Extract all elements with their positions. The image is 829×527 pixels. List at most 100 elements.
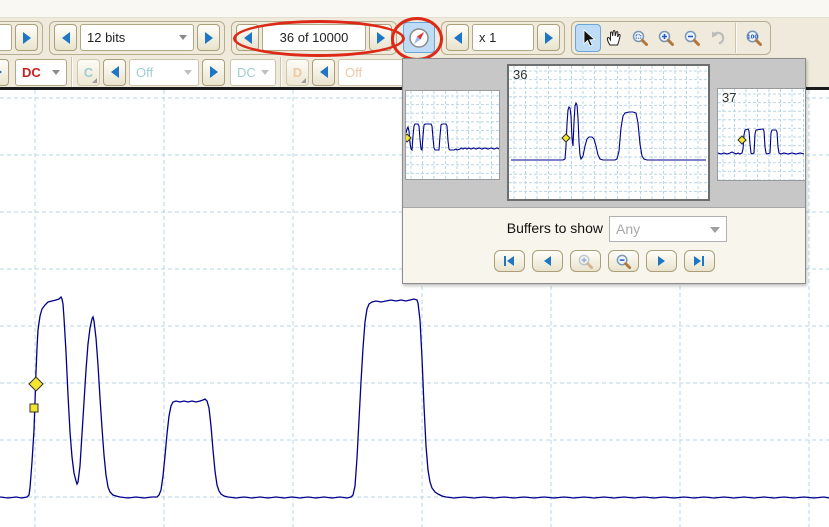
buffers-to-show-value: Any: [616, 221, 640, 237]
buffer-thumbnail-current[interactable]: 36: [507, 64, 710, 201]
samplerate-next-button[interactable]: [15, 24, 38, 51]
zoom-in-icon: [577, 253, 594, 270]
right-arrow-icon: [545, 32, 553, 44]
trigger-handle-square[interactable]: [30, 404, 38, 412]
zoom-out-tool-button[interactable]: [679, 24, 705, 52]
separator: [71, 57, 73, 87]
resolution-combo[interactable]: 12 bits: [80, 24, 194, 51]
zoom-100-icon: 100: [744, 29, 764, 47]
buffer-number-label: 36: [513, 67, 527, 82]
zoom-next-button[interactable]: [537, 24, 560, 51]
corner-triangle-icon: [301, 78, 306, 83]
menu-strip: [0, 0, 829, 18]
chevron-down-icon: [179, 35, 187, 44]
zoom-out-icon: [615, 253, 632, 270]
channel-a-coupling-combo[interactable]: DC: [15, 59, 67, 86]
previous-buffer-button[interactable]: [532, 250, 563, 272]
channel-d-button[interactable]: D: [286, 59, 309, 86]
cursor-arrow-icon: [580, 29, 596, 47]
right-arrow-icon: [0, 66, 2, 78]
buffer-position-box[interactable]: 36 of 10000: [262, 24, 366, 51]
channel-c-next-button[interactable]: [202, 59, 225, 86]
left-arrow-icon: [507, 256, 514, 266]
channel-a-coupling-value: DC: [22, 65, 41, 80]
zoom-factor-group: x 1: [441, 21, 565, 55]
popup-zoom-in-button[interactable]: [570, 250, 601, 272]
trigger-marker-diamond[interactable]: [562, 134, 570, 142]
channel-c-prev-button[interactable]: [103, 59, 126, 86]
skip-end-icon: [702, 256, 704, 266]
channel-c-coupling-value: DC: [237, 65, 256, 80]
zoom-factor-box[interactable]: x 1: [472, 24, 534, 51]
chevron-down-icon: [52, 70, 60, 79]
separator: [735, 23, 737, 53]
hand-tool-button[interactable]: [601, 24, 627, 52]
buffer-thumbnail-strip[interactable]: 36 37: [403, 59, 805, 208]
popup-zoom-out-button[interactable]: [608, 250, 639, 272]
zoom-prev-button[interactable]: [446, 24, 469, 51]
left-arrow-icon: [111, 66, 119, 78]
buffers-to-show-row: Buffers to show Any: [403, 216, 805, 242]
resolution-value: 12 bits: [87, 30, 125, 45]
buffer-number-label: 37: [722, 90, 736, 105]
right-arrow-icon: [658, 256, 665, 266]
buffer-nav-buttons: [403, 250, 805, 272]
chevron-down-icon: [184, 70, 192, 79]
left-arrow-icon: [244, 32, 252, 44]
buffer-overview-button[interactable]: [403, 22, 435, 53]
last-buffer-button[interactable]: [684, 250, 715, 272]
buffer-thumbnail-prev[interactable]: [405, 90, 500, 180]
channel-c-range-combo[interactable]: Off: [129, 59, 199, 86]
chevron-down-icon: [710, 227, 720, 238]
buffers-to-show-label: Buffers to show: [403, 220, 603, 236]
samplerate-combo[interactable]: [0, 24, 12, 51]
channel-c-range-value: Off: [136, 65, 153, 80]
pointer-tools-group: 100: [571, 21, 771, 55]
left-arrow-icon: [62, 32, 70, 44]
zoom-factor-value: x 1: [479, 30, 496, 45]
skip-start-icon: [504, 256, 506, 266]
select-tool-button[interactable]: [575, 24, 601, 52]
samplerate-group: [0, 21, 43, 55]
left-arrow-icon: [454, 32, 462, 44]
resolution-prev-button[interactable]: [54, 24, 77, 51]
buffer-position-value: 36 of 10000: [280, 30, 349, 45]
popup-controls: Buffers to show Any: [403, 208, 805, 283]
channel-a-next-button[interactable]: [0, 59, 9, 86]
resolution-next-button[interactable]: [197, 24, 220, 51]
zoom-in-tool-button[interactable]: [653, 24, 679, 52]
channel-d-prev-button[interactable]: [312, 59, 335, 86]
chevron-down-icon: [261, 70, 269, 79]
undo-icon: [709, 29, 727, 47]
channel-d-range-combo[interactable]: Off: [338, 59, 408, 86]
waveform-trace: [718, 129, 804, 154]
waveform-trace: [406, 124, 499, 150]
waveform-trace: [0, 297, 829, 498]
right-arrow-icon: [205, 32, 213, 44]
buffer-prev-button[interactable]: [236, 24, 259, 51]
zoom-select-tool-button[interactable]: [627, 24, 653, 52]
toolbar-capture: 12 bits 36 of 10000 x 1: [0, 18, 829, 57]
left-arrow-icon: [320, 66, 328, 78]
buffer-next-button[interactable]: [369, 24, 392, 51]
right-arrow-icon: [23, 32, 31, 44]
undo-zoom-button[interactable]: [705, 24, 731, 52]
channel-c-button[interactable]: C: [77, 59, 100, 86]
resolution-group: 12 bits: [49, 21, 225, 55]
zoom-in-icon: [657, 29, 675, 47]
compass-icon: [408, 27, 430, 49]
trigger-marker-diamond[interactable]: [29, 377, 43, 391]
left-arrow-icon: [544, 256, 551, 266]
buffers-to-show-combo[interactable]: Any: [609, 216, 727, 242]
channel-c-coupling-combo[interactable]: DC: [230, 59, 276, 86]
right-arrow-icon: [210, 66, 218, 78]
hand-icon: [605, 29, 623, 47]
first-buffer-button[interactable]: [494, 250, 525, 272]
buffer-overview-popup: 36 37 Buffers to show Any: [402, 58, 806, 284]
corner-triangle-icon: [92, 78, 97, 83]
separator: [280, 57, 282, 87]
zoom-full-button[interactable]: 100: [741, 24, 767, 52]
buffer-thumbnail-next[interactable]: 37: [717, 88, 805, 181]
next-buffer-button[interactable]: [646, 250, 677, 272]
zoom-out-icon: [683, 29, 701, 47]
